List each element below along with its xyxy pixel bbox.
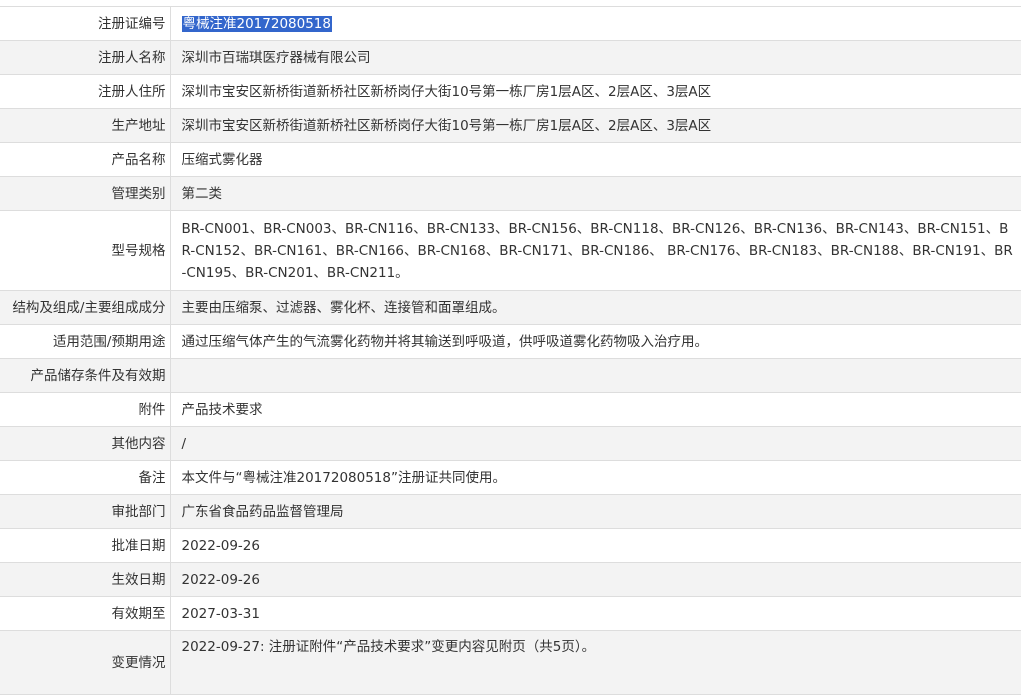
detail-row-registrant-name: 注册人名称 深圳市百瑞琪医疗器械有限公司 [0, 40, 1021, 75]
row-value: 通过压缩气体产生的气流雾化药物并将其输送到呼吸道，供呼吸道雾化药物吸入治疗用。 [170, 324, 1021, 359]
row-value: 2022-09-26 [170, 562, 1021, 597]
row-label: 产品名称 [0, 142, 171, 177]
row-value: 产品技术要求 [170, 392, 1021, 427]
row-label: 有效期至 [0, 596, 171, 631]
detail-row-remarks: 备注 本文件与“粤械注准20172080518”注册证共同使用。 [0, 460, 1021, 495]
row-label: 注册人名称 [0, 40, 171, 75]
row-label: 其他内容 [0, 426, 171, 461]
detail-row-management-category: 管理类别 第二类 [0, 176, 1021, 211]
detail-row-model-spec: 型号规格 BR-CN001、BR-CN003、BR-CN116、BR-CN133… [0, 210, 1021, 291]
row-value: 2022-09-26 [170, 528, 1021, 563]
row-label: 注册人住所 [0, 74, 171, 109]
row-value: BR-CN001、BR-CN003、BR-CN116、BR-CN133、BR-C… [170, 210, 1021, 291]
row-value: / [170, 426, 1021, 461]
detail-row-valid-until: 有效期至 2027-03-31 [0, 596, 1021, 631]
row-value [170, 358, 1021, 393]
row-label: 批准日期 [0, 528, 171, 563]
row-label: 结构及组成/主要组成成分 [0, 290, 171, 325]
detail-row-structure: 结构及组成/主要组成成分 主要由压缩泵、过滤器、雾化杯、连接管和面罩组成。 [0, 290, 1021, 325]
row-value: 本文件与“粤械注准20172080518”注册证共同使用。 [170, 460, 1021, 495]
row-value: 广东省食品药品监督管理局 [170, 494, 1021, 529]
detail-row-production-address: 生产地址 深圳市宝安区新桥街道新桥社区新桥岗仔大街10号第一栋厂房1层A区、2层… [0, 108, 1021, 143]
detail-row-other: 其他内容 / [0, 426, 1021, 461]
row-label: 适用范围/预期用途 [0, 324, 171, 359]
registration-detail-table: 注册证编号 粤械注准20172080518 注册人名称 深圳市百瑞琪医疗器械有限… [0, 6, 1021, 695]
row-value: 2027-03-31 [170, 596, 1021, 631]
detail-row-changes: 变更情况 2022-09-27: 注册证附件“产品技术要求”变更内容见附页（共5… [0, 630, 1021, 695]
row-label: 管理类别 [0, 176, 171, 211]
detail-row-registration-number: 注册证编号 粤械注准20172080518 [0, 6, 1021, 41]
detail-row-intended-use: 适用范围/预期用途 通过压缩气体产生的气流雾化药物并将其输送到呼吸道，供呼吸道雾… [0, 324, 1021, 359]
detail-row-registrant-address: 注册人住所 深圳市宝安区新桥街道新桥社区新桥岗仔大街10号第一栋厂房1层A区、2… [0, 74, 1021, 109]
row-value[interactable]: 粤械注准20172080518 [170, 6, 1021, 41]
detail-row-attachment: 附件 产品技术要求 [0, 392, 1021, 427]
detail-row-product-name: 产品名称 压缩式雾化器 [0, 142, 1021, 177]
detail-row-effective-date: 生效日期 2022-09-26 [0, 562, 1021, 597]
row-label: 注册证编号 [0, 6, 171, 41]
row-value: 第二类 [170, 176, 1021, 211]
selected-text[interactable]: 粤械注准20172080518 [181, 15, 332, 32]
detail-row-approval-dept: 审批部门 广东省食品药品监督管理局 [0, 494, 1021, 529]
row-value: 主要由压缩泵、过滤器、雾化杯、连接管和面罩组成。 [170, 290, 1021, 325]
row-label: 型号规格 [0, 210, 171, 291]
detail-row-approval-date: 批准日期 2022-09-26 [0, 528, 1021, 563]
row-label: 生产地址 [0, 108, 171, 143]
row-label: 审批部门 [0, 494, 171, 529]
row-label: 产品储存条件及有效期 [0, 358, 171, 393]
row-label: 附件 [0, 392, 171, 427]
row-value: 深圳市宝安区新桥街道新桥社区新桥岗仔大街10号第一栋厂房1层A区、2层A区、3层… [170, 108, 1021, 143]
row-value: 深圳市宝安区新桥街道新桥社区新桥岗仔大街10号第一栋厂房1层A区、2层A区、3层… [170, 74, 1021, 109]
detail-row-storage: 产品储存条件及有效期 [0, 358, 1021, 393]
row-value: 2022-09-27: 注册证附件“产品技术要求”变更内容见附页（共5页）。 [170, 630, 1021, 695]
row-value: 压缩式雾化器 [170, 142, 1021, 177]
row-value: 深圳市百瑞琪医疗器械有限公司 [170, 40, 1021, 75]
row-label: 生效日期 [0, 562, 171, 597]
row-label: 变更情况 [0, 630, 171, 695]
row-label: 备注 [0, 460, 171, 495]
